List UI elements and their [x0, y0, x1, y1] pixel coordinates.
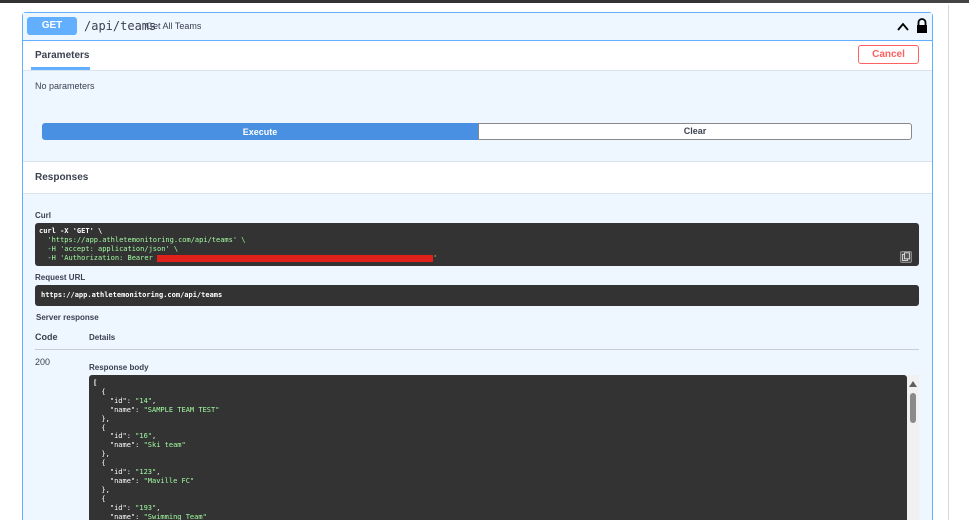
json-id-value: "123" — [135, 468, 157, 477]
json-name-value: "Ski team" — [143, 441, 186, 450]
curl-label: Curl — [35, 211, 51, 220]
curl-url-string: 'https://app.athletemonitoring.com/api/t… — [39, 236, 246, 244]
operation-summary[interactable]: GET /api/teams Get All Teams — [23, 13, 932, 41]
operation-description: Get All Teams — [146, 21, 202, 31]
server-response-label: Server response — [36, 313, 99, 322]
response-body-label: Response body — [89, 363, 149, 372]
cancel-button[interactable]: Cancel — [858, 45, 919, 64]
top-bar-dark — [0, 0, 720, 3]
curl-line-4: -H 'Authorization: Bearer ' — [39, 254, 438, 262]
curl-accept-header: -H 'accept: application/json' \ — [39, 245, 179, 253]
list-item: { "id": "16", "name": "Ski team" }, — [93, 423, 186, 459]
request-url-label: Request URL — [35, 273, 86, 282]
list-item: { "id": "14", "name": "SAMPLE TEAM TEST"… — [93, 387, 220, 423]
table-divider — [35, 349, 919, 350]
json-id-value: "193" — [135, 503, 157, 512]
json-name-value: "SAMPLE TEAM TEST" — [143, 405, 220, 414]
tab-active-indicator — [31, 67, 90, 70]
json-name-value: "Maville FC" — [143, 476, 195, 485]
responses-title: Responses — [35, 172, 89, 183]
lock-icon[interactable] — [915, 17, 929, 35]
json-id-value: "16" — [135, 432, 153, 441]
curl-line-3: -H 'accept: application/json' \ — [39, 245, 178, 253]
curl-line-2: 'https://app.athletemonitoring.com/api/t… — [39, 236, 246, 244]
browser-top-strip — [0, 0, 969, 5]
chevron-up-icon[interactable] — [896, 20, 910, 34]
request-url-value: https://app.athletemonitoring.com/api/te… — [41, 291, 223, 299]
list-item: { "id": "123", "name": "Maville FC" }, — [93, 459, 195, 494]
responses-header: Responses — [23, 161, 932, 194]
curl-line-1: curl -X 'GET' \ — [39, 227, 103, 235]
scroll-up-arrow-icon[interactable] — [908, 379, 918, 389]
list-item: { "id": "193", "name": "Swimming Team" } — [93, 494, 207, 520]
method-badge: GET — [27, 17, 77, 35]
json-id-value: "14" — [135, 396, 153, 405]
execute-button[interactable]: Execute — [42, 123, 478, 140]
clear-button[interactable]: Clear — [478, 123, 912, 140]
page-border — [948, 5, 949, 520]
parameters-header: Parameters Cancel — [23, 41, 932, 71]
details-column-header: Details — [89, 333, 116, 342]
no-parameters-text: No parameters — [35, 81, 95, 91]
operation-block-get-teams: GET /api/teams Get All Teams Parameters … — [22, 12, 933, 520]
code-column-header: Code — [35, 332, 58, 342]
redacted-token — [157, 254, 434, 262]
curl-auth-header: -H 'Authorization: Bearer — [39, 254, 158, 262]
json-name-value: "Swimming Team" — [143, 512, 207, 520]
copy-to-clipboard-icon[interactable] — [900, 251, 912, 263]
status-code: 200 — [35, 357, 51, 367]
response-body-box[interactable]: [ { "id": "14", "name": "SAMPLE TEAM TES… — [89, 375, 907, 520]
scroll-thumb[interactable] — [910, 393, 916, 423]
curl-command-box[interactable]: curl -X 'GET' \ 'https://app.athletemoni… — [35, 223, 919, 266]
request-url-box: https://app.athletemonitoring.com/api/te… — [35, 285, 919, 306]
tab-parameters[interactable]: Parameters — [35, 50, 89, 61]
